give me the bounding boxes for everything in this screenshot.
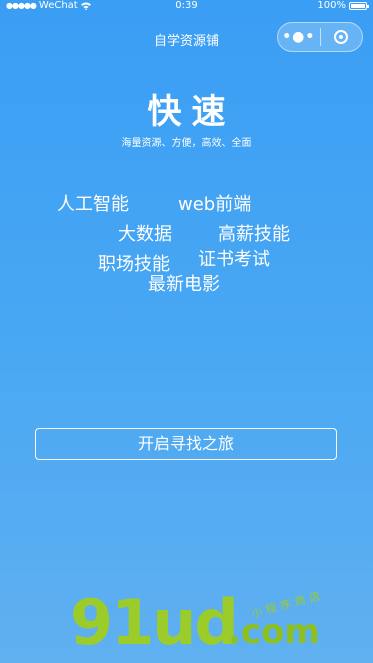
hero-title: 快速 xyxy=(147,92,236,132)
screen: ●●●●● WeChat 0:39 100% 自学资源铺 •●• 快速 海量资源… xyxy=(0,0,373,663)
hero-subtitle: 海量资源、方便，高效、全面 xyxy=(121,138,252,149)
tag-big-data[interactable]: 大数据 xyxy=(118,220,172,246)
start-journey-button[interactable]: 开启寻找之旅 xyxy=(35,428,337,460)
close-button[interactable] xyxy=(321,30,363,44)
tag-latest-movies[interactable]: 最新电影 xyxy=(148,270,220,296)
watermark-domain: .com xyxy=(228,612,320,652)
tag-web-frontend[interactable]: web前端 xyxy=(178,190,251,216)
battery-percent: 100% xyxy=(317,0,346,11)
watermark-digits: 91ud xyxy=(70,586,239,659)
status-bar: ●●●●● WeChat 0:39 100% xyxy=(0,0,373,14)
status-right: 100% xyxy=(317,0,369,12)
watermark-logo: 91ud .com 小程序商店 xyxy=(70,586,370,660)
more-button[interactable]: •●• xyxy=(278,23,320,51)
close-ring-icon xyxy=(334,30,349,44)
tag-certificate-exam[interactable]: 证书考试 xyxy=(198,245,270,271)
tag-high-salary-skills[interactable]: 高薪技能 xyxy=(218,220,290,246)
tag-ai[interactable]: 人工智能 xyxy=(57,190,129,216)
battery-icon xyxy=(349,2,369,10)
menu-capsule: •●• xyxy=(277,22,363,52)
